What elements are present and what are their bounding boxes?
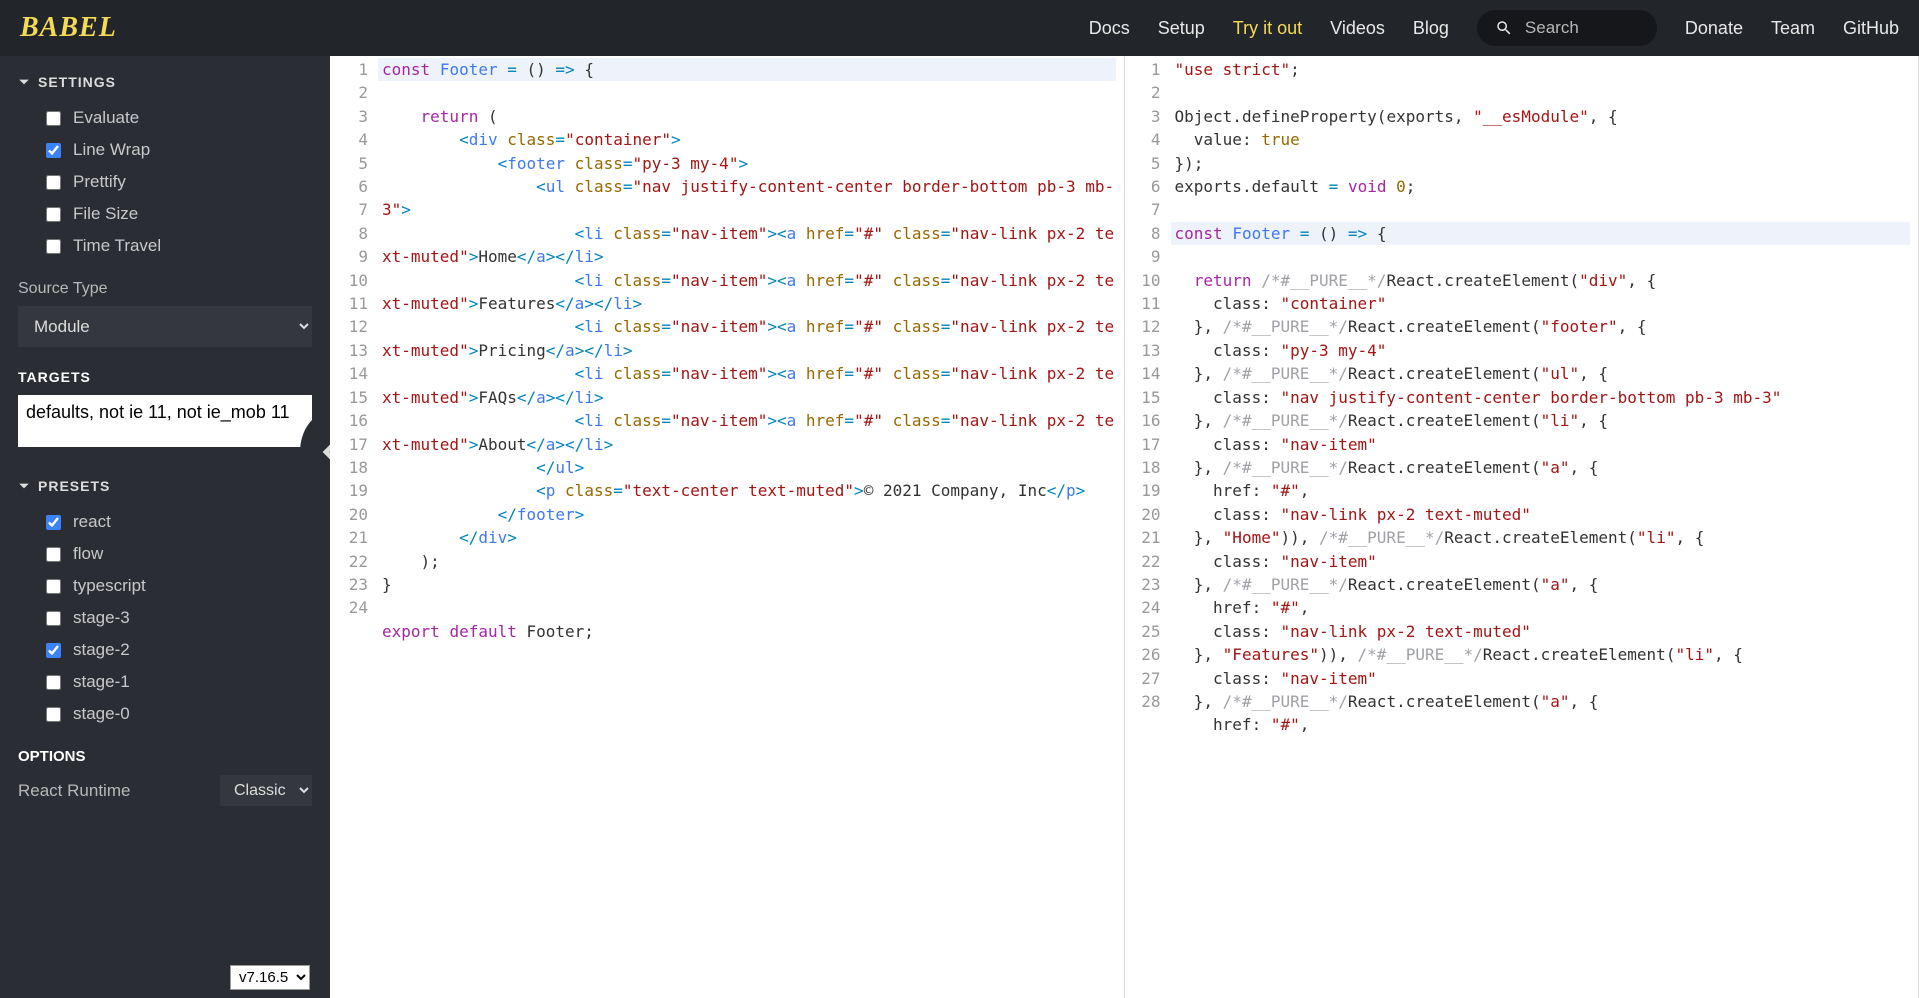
sidebar: SETTINGS Evaluate Line Wrap Prettify File S… — [0, 56, 330, 998]
setting-checkbox[interactable] — [46, 239, 61, 254]
babel-logo[interactable]: BABEL — [20, 12, 117, 44]
nav-try-it-out[interactable]: Try it out — [1233, 18, 1302, 39]
settings-header[interactable]: SETTINGS — [18, 74, 312, 90]
preset-stage-1[interactable]: stage-1 — [18, 666, 312, 698]
source-type-label: Source Type — [18, 280, 312, 298]
preset-typescript[interactable]: typescript — [18, 570, 312, 602]
setting-label: Time Travel — [73, 236, 161, 256]
setting-time-travel[interactable]: Time Travel — [18, 230, 312, 262]
preset-checkbox[interactable] — [46, 707, 61, 722]
preset-react[interactable]: react — [18, 506, 312, 538]
preset-label: stage-2 — [73, 640, 130, 660]
preset-checkbox[interactable] — [46, 547, 61, 562]
preset-stage-2[interactable]: stage-2 — [18, 634, 312, 666]
preset-label: stage-3 — [73, 608, 130, 628]
chevron-left-icon — [322, 444, 330, 460]
preset-label: typescript — [73, 576, 146, 596]
preset-stage-3[interactable]: stage-3 — [18, 602, 312, 634]
preset-checkbox[interactable] — [46, 643, 61, 658]
source-type-select[interactable]: Module — [18, 306, 312, 347]
setting-label: Prettify — [73, 172, 126, 192]
setting-checkbox[interactable] — [46, 111, 61, 126]
nav-blog[interactable]: Blog — [1413, 18, 1449, 39]
preset-checkbox[interactable] — [46, 611, 61, 626]
nav-donate[interactable]: Donate — [1685, 18, 1743, 39]
setting-evaluate[interactable]: Evaluate — [18, 102, 312, 134]
setting-label: Line Wrap — [73, 140, 150, 160]
targets-label: TARGETS — [18, 369, 312, 385]
output-gutter: 1234567891011121314151617181920212223242… — [1125, 56, 1171, 713]
nav-team[interactable]: Team — [1771, 18, 1815, 39]
setting-prettify[interactable]: Prettify — [18, 166, 312, 198]
targets-input[interactable] — [18, 395, 312, 447]
preset-flow[interactable]: flow — [18, 538, 312, 570]
preset-checkbox[interactable] — [46, 515, 61, 530]
search-icon — [1495, 19, 1513, 37]
search-box[interactable] — [1477, 10, 1657, 46]
setting-checkbox[interactable] — [46, 175, 61, 190]
react-runtime-label: React Runtime — [18, 781, 130, 801]
nav-docs[interactable]: Docs — [1089, 18, 1130, 39]
setting-label: File Size — [73, 204, 138, 224]
preset-checkbox[interactable] — [46, 675, 61, 690]
output-editor[interactable]: 1234567891011121314151617181920212223242… — [1125, 56, 1919, 998]
nav-setup[interactable]: Setup — [1158, 18, 1205, 39]
preset-label: stage-1 — [73, 672, 130, 692]
preset-stage-0[interactable]: stage-0 — [18, 698, 312, 730]
settings-title: SETTINGS — [38, 74, 116, 90]
output-code: "use strict"; Object.defineProperty(expo… — [1171, 56, 1919, 737]
nav-videos[interactable]: Videos — [1330, 18, 1385, 39]
setting-checkbox[interactable] — [46, 143, 61, 158]
setting-label: Evaluate — [73, 108, 139, 128]
top-nav: Docs Setup Try it out Videos Blog Donate… — [1089, 10, 1899, 46]
nav-github[interactable]: GitHub — [1843, 18, 1899, 39]
setting-checkbox[interactable] — [46, 207, 61, 222]
setting-file-size[interactable]: File Size — [18, 198, 312, 230]
input-code[interactable]: const Footer = () => { return ( <div cla… — [378, 56, 1124, 643]
options-label: OPTIONS — [18, 748, 312, 765]
preset-checkbox[interactable] — [46, 579, 61, 594]
version-select[interactable]: v7.16.5 — [230, 965, 310, 990]
chevron-down-icon — [18, 76, 30, 88]
top-header: BABEL Docs Setup Try it out Videos Blog … — [0, 0, 1919, 56]
preset-label: react — [73, 512, 111, 532]
preset-label: flow — [73, 544, 103, 564]
input-gutter: 123456789101112131415161718192021222324 — [330, 56, 378, 620]
presets-header[interactable]: PRESETS — [18, 478, 312, 494]
react-runtime-select[interactable]: Classic — [220, 775, 312, 806]
input-editor[interactable]: 123456789101112131415161718192021222324 … — [330, 56, 1125, 998]
search-input[interactable] — [1525, 18, 1625, 38]
presets-title: PRESETS — [38, 478, 110, 494]
preset-label: stage-0 — [73, 704, 130, 724]
chevron-down-icon — [18, 480, 30, 492]
setting-line-wrap[interactable]: Line Wrap — [18, 134, 312, 166]
